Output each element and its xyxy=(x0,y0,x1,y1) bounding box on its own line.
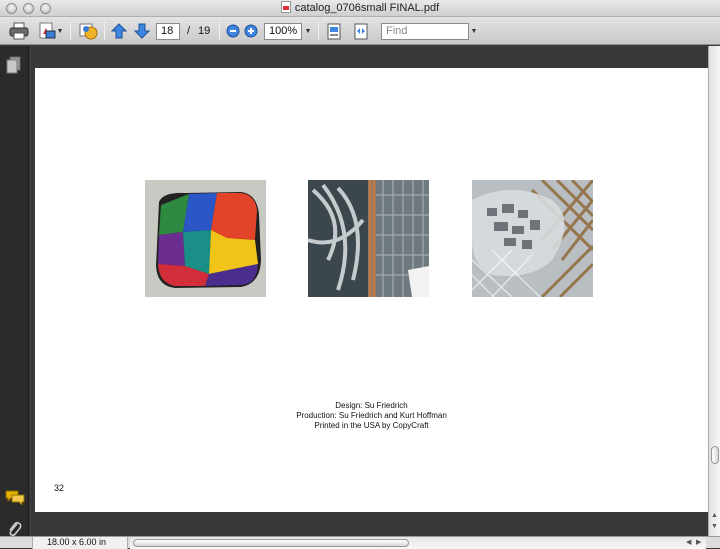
credit-production: Production: Su Friedrich and Kurt Hoffma… xyxy=(296,411,447,420)
create-pdf-dropdown-icon: ▼ xyxy=(56,27,64,35)
page-down-icon xyxy=(134,23,150,39)
window-title-area: catalog_0706small FINAL.pdf xyxy=(0,1,720,14)
fit-page-icon xyxy=(327,23,341,39)
zoom-out-button[interactable] xyxy=(225,21,241,41)
print-icon xyxy=(9,22,29,40)
toolbar-divider xyxy=(70,22,71,40)
create-pdf-icon xyxy=(39,22,56,39)
zoom-in-button[interactable] xyxy=(243,21,259,41)
page-size-indicator: 18.00 x 6.00 in xyxy=(32,537,128,549)
pages-icon xyxy=(6,56,21,74)
toolbar: ▼ 18 / 19 100% ▼ Find ▼ xyxy=(0,17,720,45)
zoom-dropdown-button[interactable]: ▼ xyxy=(302,21,314,41)
previous-page-button[interactable] xyxy=(109,21,129,41)
toolbar-divider xyxy=(219,22,220,40)
find-options-button[interactable]: ▼ xyxy=(469,21,479,41)
find-input[interactable]: Find xyxy=(381,23,469,40)
navigation-panel xyxy=(0,46,29,537)
zoom-out-icon xyxy=(226,24,240,38)
window-title: catalog_0706small FINAL.pdf xyxy=(294,2,440,14)
page-number: 32 xyxy=(54,483,65,493)
artwork-gray-brushstrokes xyxy=(308,180,429,297)
artwork-color-patchwork xyxy=(145,180,266,297)
scroll-left-arrow-icon[interactable]: ◀ xyxy=(686,538,691,546)
pages-panel-button[interactable] xyxy=(6,56,22,79)
share-icon xyxy=(79,23,98,40)
credit-design: Design: Su Friedrich xyxy=(335,401,408,410)
toolbar-divider xyxy=(318,22,319,40)
horizontal-scroll-thumb[interactable] xyxy=(133,539,409,547)
zoom-in-icon xyxy=(244,24,258,38)
comments-panel-button[interactable] xyxy=(5,489,25,510)
next-page-button[interactable] xyxy=(132,21,152,41)
page-separator: / xyxy=(187,25,191,37)
comments-icon xyxy=(5,490,25,507)
fit-width-icon xyxy=(354,23,368,39)
zoom-dropdown-icon: ▼ xyxy=(304,27,312,35)
artwork-gray-pattern-collage xyxy=(472,180,593,297)
vertical-scrollbar[interactable]: ▲ ▼ xyxy=(708,46,720,536)
horizontal-scrollbar[interactable]: ◀ ▶ xyxy=(130,537,706,549)
create-pdf-button[interactable]: ▼ xyxy=(36,21,64,41)
share-button[interactable] xyxy=(76,21,100,41)
current-page-input[interactable]: 18 xyxy=(156,23,180,40)
page-up-icon xyxy=(111,23,127,39)
vertical-scroll-thumb[interactable] xyxy=(711,446,719,464)
scroll-down-arrow-icon[interactable]: ▼ xyxy=(711,523,718,530)
credit-printer: Printed in the USA by CopyCraft xyxy=(314,421,429,430)
title-bar: catalog_0706small FINAL.pdf xyxy=(0,0,720,17)
print-button[interactable] xyxy=(7,21,31,41)
scroll-right-arrow-icon[interactable]: ▶ xyxy=(696,538,701,546)
scroll-up-arrow-icon[interactable]: ▲ xyxy=(711,512,718,519)
fit-page-button[interactable] xyxy=(324,21,344,41)
total-pages: 19 xyxy=(198,25,211,37)
fit-width-button[interactable] xyxy=(351,21,371,41)
toolbar-divider xyxy=(104,22,105,40)
find-dropdown-icon: ▼ xyxy=(470,27,478,35)
credits-block: Design: Su Friedrich Production: Su Frie… xyxy=(35,401,708,431)
status-bar: 18.00 x 6.00 in ◀ ▶ xyxy=(0,536,720,549)
zoom-level-field[interactable]: 100% xyxy=(264,23,302,40)
pdf-file-icon xyxy=(280,1,291,13)
